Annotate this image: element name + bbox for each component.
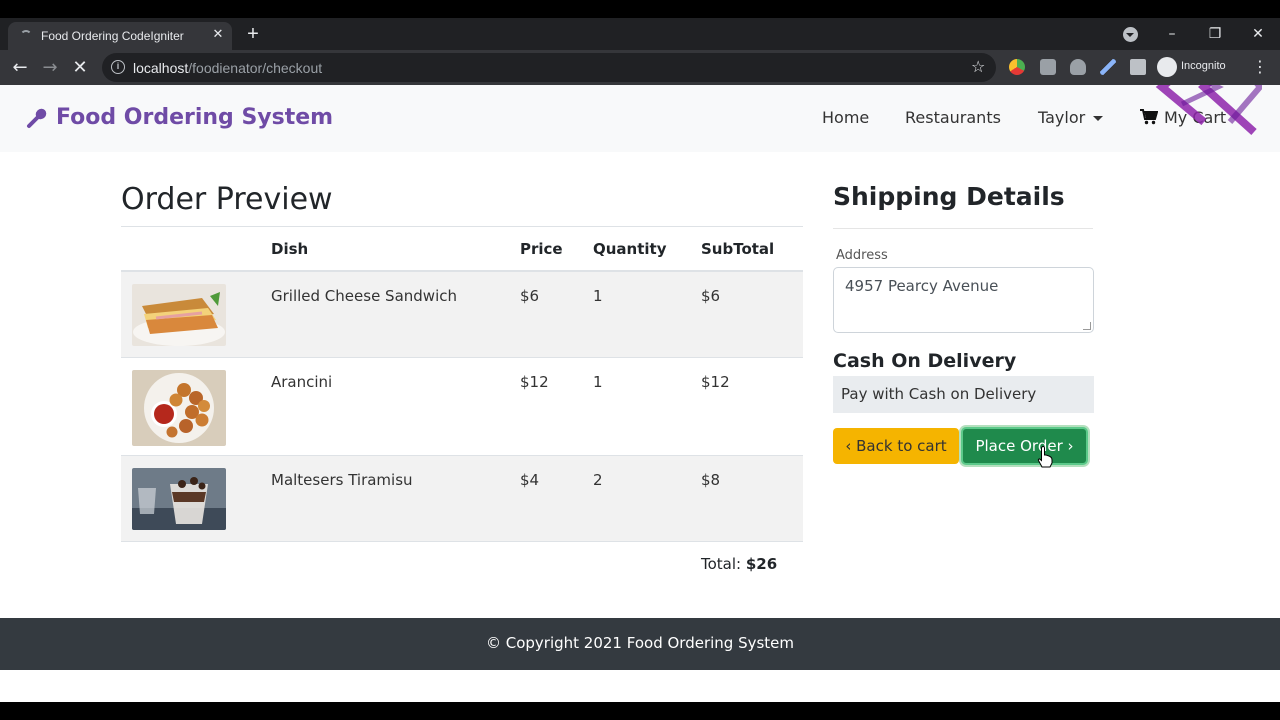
- back-to-cart-button[interactable]: ‹ Back to cart: [833, 428, 959, 464]
- bookmark-star-icon[interactable]: ☆: [971, 57, 985, 76]
- nav-home[interactable]: Home: [822, 108, 869, 127]
- table-row: Grilled Cheese Sandwich $6 1 $6: [121, 272, 803, 358]
- item-dish: Maltesers Tiramisu: [271, 471, 413, 489]
- incognito-profile[interactable]: Incognito: [1157, 57, 1241, 79]
- table-row: Maltesers Tiramisu $4 2 $8: [121, 456, 803, 542]
- item-subtotal: $8: [701, 471, 721, 489]
- divider: [833, 228, 1093, 229]
- header-quantity: Quantity: [593, 240, 667, 258]
- total-value: $26: [745, 555, 778, 573]
- header-dish: Dish: [271, 240, 309, 258]
- spoon-icon: [27, 108, 47, 128]
- browser-tab-strip: Food Ordering CodeIgniter ✕ + – ❐ ✕: [0, 18, 1280, 50]
- minimize-icon[interactable]: –: [1162, 24, 1182, 44]
- payment-method-title: Cash On Delivery: [833, 350, 1017, 372]
- address-label: Address: [836, 248, 888, 263]
- payment-method-value: Pay with Cash on Delivery: [841, 385, 1037, 403]
- total-label: Total:: [701, 555, 742, 573]
- tiramisu-image: [132, 468, 226, 530]
- resize-handle-icon[interactable]: [1083, 322, 1091, 330]
- pen-extension-icon[interactable]: [1100, 59, 1116, 75]
- item-dish: Grilled Cheese Sandwich: [271, 287, 457, 305]
- browser-toolbar: ← → ✕ i localhost/foodienator/checkout ☆…: [0, 50, 1280, 85]
- order-total: Total: $26: [701, 555, 777, 573]
- extension-color-icon[interactable]: [1009, 59, 1025, 75]
- stop-loading-icon[interactable]: ✕: [69, 57, 91, 79]
- site-brand[interactable]: Food Ordering System: [26, 105, 333, 133]
- window-close-icon[interactable]: ✕: [1248, 24, 1268, 44]
- item-subtotal: $6: [701, 287, 721, 305]
- close-tab-icon[interactable]: ✕: [210, 27, 226, 43]
- item-quantity: 1: [593, 287, 603, 305]
- forward-arrow-icon[interactable]: →: [39, 57, 61, 79]
- copyright-text: © Copyright 2021 Food Ordering System: [485, 634, 795, 652]
- camera-extension-icon[interactable]: [1040, 59, 1056, 75]
- site-navbar: Food Ordering System Home Restaurants Ta…: [0, 85, 1280, 152]
- url-host: localhost: [133, 60, 189, 76]
- item-price: $4: [520, 471, 540, 489]
- place-order-button[interactable]: Place Order ›: [961, 427, 1088, 465]
- back-to-cart-label: Back to cart: [856, 437, 947, 455]
- site-info-icon[interactable]: i: [111, 60, 125, 74]
- cloud-extension-icon[interactable]: [1070, 59, 1086, 75]
- item-quantity: 1: [593, 373, 603, 391]
- chevron-watermark-logo: [1155, 85, 1262, 135]
- new-tab-icon[interactable]: +: [243, 24, 263, 44]
- tab-title: Food Ordering CodeIgniter: [41, 29, 184, 43]
- browser-menu-icon[interactable]: ⋮: [1250, 57, 1270, 77]
- address-textarea[interactable]: 4957 Pearcy Avenue: [833, 267, 1094, 333]
- web-page: Food Ordering System Home Restaurants Ta…: [0, 85, 1280, 702]
- tab-search-icon[interactable]: [1123, 27, 1138, 42]
- nav-restaurants[interactable]: Restaurants: [905, 108, 1001, 127]
- extensions-puzzle-icon[interactable]: [1130, 59, 1146, 75]
- loading-spinner-icon: [20, 30, 32, 42]
- browser-tab[interactable]: Food Ordering CodeIgniter ✕: [8, 22, 232, 50]
- item-price: $12: [520, 373, 549, 391]
- item-subtotal: $12: [701, 373, 730, 391]
- restore-icon[interactable]: ❐: [1205, 24, 1225, 44]
- profile-label: Incognito: [1181, 60, 1226, 72]
- chevron-right-icon: ›: [1062, 437, 1074, 455]
- table-header-row: Dish Price Quantity SubTotal: [121, 226, 803, 272]
- screen-top-border: [0, 0, 1280, 18]
- grilled-cheese-image: [132, 284, 226, 346]
- incognito-icon: [1157, 57, 1177, 77]
- item-dish: Arancini: [271, 373, 333, 391]
- item-quantity: 2: [593, 471, 603, 489]
- header-price: Price: [520, 240, 563, 258]
- hand-pointer-cursor-icon: [1037, 446, 1053, 468]
- chevron-left-icon: ‹: [845, 437, 857, 455]
- site-footer: © Copyright 2021 Food Ordering System: [0, 618, 1280, 670]
- item-price: $6: [520, 287, 540, 305]
- order-preview-title: Order Preview: [121, 182, 333, 217]
- brand-name: Food Ordering System: [56, 105, 334, 130]
- payment-method-field: Pay with Cash on Delivery: [833, 376, 1094, 413]
- caret-down-icon: [1093, 116, 1104, 121]
- back-arrow-icon[interactable]: ←: [9, 57, 31, 79]
- arancini-image: [132, 370, 226, 446]
- address-value: 4957 Pearcy Avenue: [845, 277, 999, 295]
- shipping-details-title: Shipping Details: [833, 182, 1065, 211]
- url-path: /foodienator/checkout: [188, 60, 323, 76]
- table-row: Arancini $12 1 $12: [121, 358, 803, 456]
- address-bar[interactable]: i localhost/foodienator/checkout ☆: [102, 53, 996, 82]
- header-subtotal: SubTotal: [701, 240, 775, 258]
- nav-user-dropdown[interactable]: Taylor: [1038, 108, 1104, 127]
- nav-user-name: Taylor: [1038, 108, 1086, 127]
- url-text: localhost/foodienator/checkout: [133, 60, 322, 76]
